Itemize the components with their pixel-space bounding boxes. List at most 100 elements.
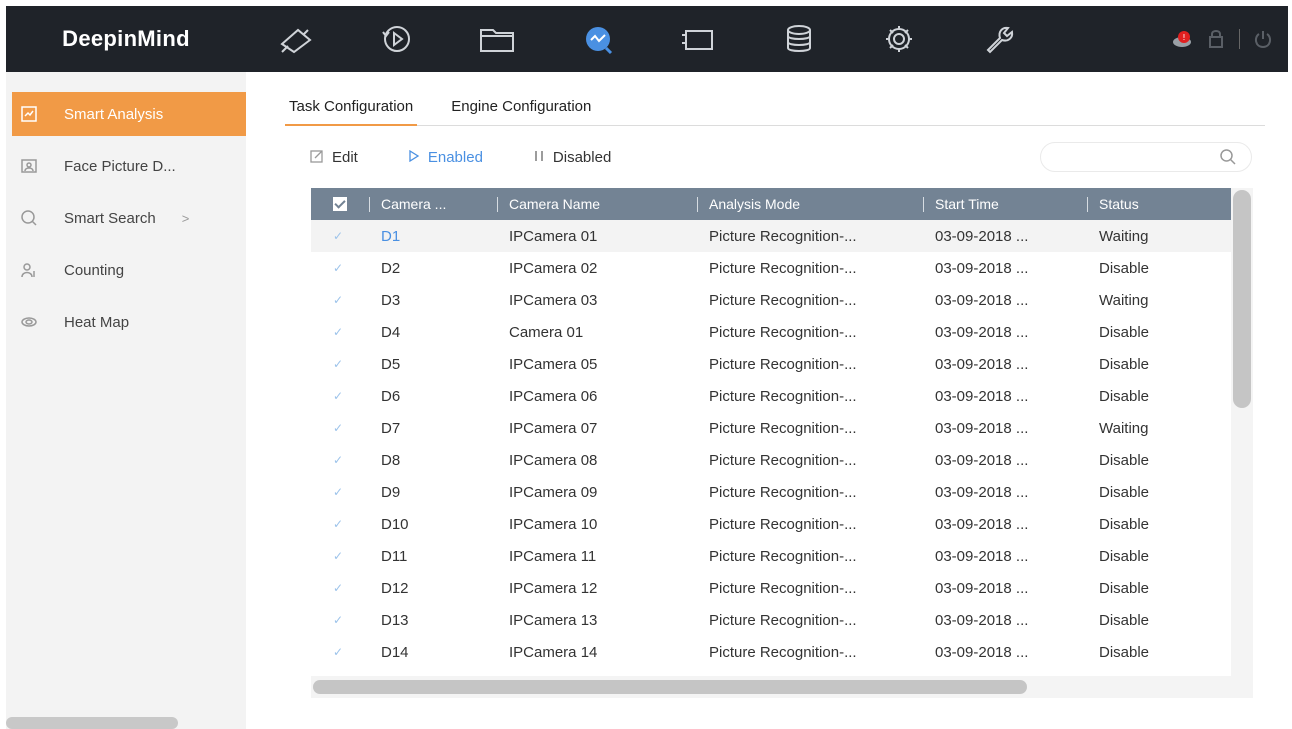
tab-engine-configuration[interactable]: Engine Configuration — [451, 94, 591, 126]
cell-camera-name: IPCamera 03 — [509, 291, 598, 309]
cell-start-time: 03-09-2018 ... — [935, 451, 1029, 469]
row-checkbox[interactable]: ✓ — [311, 444, 369, 476]
logo-text: DeepinMind — [62, 26, 190, 51]
table-row[interactable]: ✓ D12 IPCamera 12 Picture Recognition-..… — [311, 572, 1231, 604]
cell-start-time: 03-09-2018 ... — [935, 483, 1029, 501]
smart-analysis-icon — [18, 103, 40, 125]
table-row[interactable]: ✓ D10 IPCamera 10 Picture Recognition-..… — [311, 508, 1231, 540]
tray-separator — [1239, 29, 1240, 49]
cell-camera: D14 — [381, 643, 409, 661]
column-header-status[interactable]: Status — [1087, 188, 1231, 220]
cell-start-time: 03-09-2018 ... — [935, 547, 1029, 565]
cell-analysis-mode: Picture Recognition-... — [709, 483, 857, 501]
cell-camera: D8 — [381, 451, 401, 469]
enabled-label: Enabled — [427, 148, 483, 166]
sidebar-item-face-picture[interactable]: Face Picture D... — [12, 144, 246, 188]
cell-camera-name: IPCamera 13 — [509, 611, 598, 629]
nav-display[interactable] — [648, 6, 749, 72]
sidebar-item-smart-analysis[interactable]: Smart Analysis — [12, 92, 246, 136]
edit-button[interactable]: Edit — [310, 149, 358, 166]
cell-camera: D7 — [381, 419, 401, 437]
table-row[interactable]: ✓ D6 IPCamera 06 Picture Recognition-...… — [311, 380, 1231, 412]
cell-status: Disable — [1099, 451, 1150, 469]
cell-start-time: 03-09-2018 ... — [935, 515, 1029, 533]
cell-status: Disable — [1099, 259, 1150, 277]
sidebar-scrollbar[interactable] — [6, 717, 178, 729]
cell-status: Disable — [1099, 643, 1150, 661]
table-row[interactable]: ✓ D3 IPCamera 03 Picture Recognition-...… — [311, 284, 1231, 316]
row-checkbox[interactable]: ✓ — [311, 636, 369, 668]
table-row[interactable]: ✓ D2 IPCamera 02 Picture Recognition-...… — [311, 252, 1231, 284]
maintenance-wrench-icon — [986, 26, 1013, 54]
power-icon[interactable] — [1252, 28, 1274, 50]
row-checkbox[interactable]: ✓ — [311, 252, 369, 284]
lock-icon[interactable] — [1205, 28, 1227, 50]
cell-camera-name: IPCamera 14 — [509, 643, 598, 661]
cell-start-time: 03-09-2018 ... — [935, 355, 1029, 373]
cell-start-time: 03-09-2018 ... — [935, 291, 1029, 309]
nav-live-view[interactable] — [246, 6, 347, 72]
cell-analysis-mode: Picture Recognition-... — [709, 387, 857, 405]
tab-task-configuration[interactable]: Task Configuration — [285, 94, 418, 126]
column-header-start-time[interactable]: Start Time — [923, 188, 1087, 220]
cell-camera-name: IPCamera 11 — [509, 547, 597, 565]
table-row[interactable]: ✓ D1 IPCamera 01 Picture Recognition-...… — [311, 220, 1231, 252]
task-table: Camera ... Camera Name Analysis Mode Sta… — [311, 188, 1231, 668]
face-picture-icon — [18, 155, 40, 177]
table-row[interactable]: ✓ D7 IPCamera 07 Picture Recognition-...… — [311, 412, 1231, 444]
task-toolbar: Edit Enabled Disabled — [310, 144, 661, 170]
table-vertical-scroll-thumb[interactable] — [1233, 190, 1251, 408]
row-checkbox[interactable]: ✓ — [311, 508, 369, 540]
row-checkbox[interactable]: ✓ — [311, 284, 369, 316]
nav-configuration[interactable] — [849, 6, 950, 72]
cell-camera-name: IPCamera 08 — [509, 451, 598, 469]
cell-camera: D2 — [381, 259, 401, 277]
table-row[interactable]: ✓ D11 IPCamera 11 Picture Recognition-..… — [311, 540, 1231, 572]
table-horizontal-scroll-thumb[interactable] — [313, 680, 1027, 694]
table-row[interactable]: ✓ D5 IPCamera 05 Picture Recognition-...… — [311, 348, 1231, 380]
table-row[interactable]: ✓ D4 Camera 01 Picture Recognition-... 0… — [311, 316, 1231, 348]
nav-playback[interactable] — [347, 6, 448, 72]
cell-analysis-mode: Picture Recognition-... — [709, 579, 857, 597]
sidebar-item-smart-search[interactable]: Smart Search > — [12, 196, 246, 240]
row-checkbox[interactable]: ✓ — [311, 380, 369, 412]
cell-analysis-mode: Picture Recognition-... — [709, 355, 857, 373]
top-navigation-bar: DeepinMind ! — [6, 6, 1288, 72]
disabled-button[interactable]: Disabled — [533, 149, 611, 166]
cell-camera: D12 — [381, 579, 409, 597]
table-row[interactable]: ✓ D8 IPCamera 08 Picture Recognition-...… — [311, 444, 1231, 476]
nav-smart-analysis[interactable] — [548, 6, 649, 72]
table-row[interactable]: ✓ D9 IPCamera 09 Picture Recognition-...… — [311, 476, 1231, 508]
row-checkbox[interactable]: ✓ — [311, 604, 369, 636]
sidebar-item-heat-map[interactable]: Heat Map — [12, 300, 246, 344]
row-checkbox[interactable]: ✓ — [311, 476, 369, 508]
alarm-icon[interactable]: ! — [1171, 28, 1193, 50]
cell-analysis-mode: Picture Recognition-... — [709, 227, 857, 245]
cell-status: Waiting — [1099, 227, 1149, 245]
cell-camera: D1 — [381, 227, 401, 245]
column-header-analysis-mode[interactable]: Analysis Mode — [697, 188, 923, 220]
heat-map-icon — [18, 311, 40, 333]
select-all-checkbox[interactable] — [311, 188, 369, 220]
cell-analysis-mode: Picture Recognition-... — [709, 515, 857, 533]
table-row[interactable]: ✓ D14 IPCamera 14 Picture Recognition-..… — [311, 636, 1231, 668]
row-checkbox[interactable]: ✓ — [311, 540, 369, 572]
row-checkbox[interactable]: ✓ — [311, 220, 369, 252]
column-header-camera[interactable]: Camera ... — [369, 188, 497, 220]
enabled-button[interactable]: Enabled — [408, 149, 483, 166]
table-row[interactable]: ✓ D13 IPCamera 13 Picture Recognition-..… — [311, 604, 1231, 636]
smart-analysis-icon — [585, 27, 612, 55]
row-checkbox[interactable]: ✓ — [311, 572, 369, 604]
nav-file-management[interactable] — [447, 6, 548, 72]
row-checkbox[interactable]: ✓ — [311, 348, 369, 380]
column-header-camera-name[interactable]: Camera Name — [497, 188, 697, 220]
row-checkbox[interactable]: ✓ — [311, 412, 369, 444]
sidebar-item-counting[interactable]: Counting — [12, 248, 246, 292]
cell-camera: D9 — [381, 483, 401, 501]
nav-maintenance[interactable] — [950, 6, 1051, 72]
row-checkbox[interactable]: ✓ — [311, 316, 369, 348]
search-box[interactable] — [1040, 142, 1252, 172]
nav-storage[interactable] — [749, 6, 850, 72]
sidebar-item-label: Smart Search — [64, 209, 156, 227]
cell-camera: D10 — [381, 515, 409, 533]
